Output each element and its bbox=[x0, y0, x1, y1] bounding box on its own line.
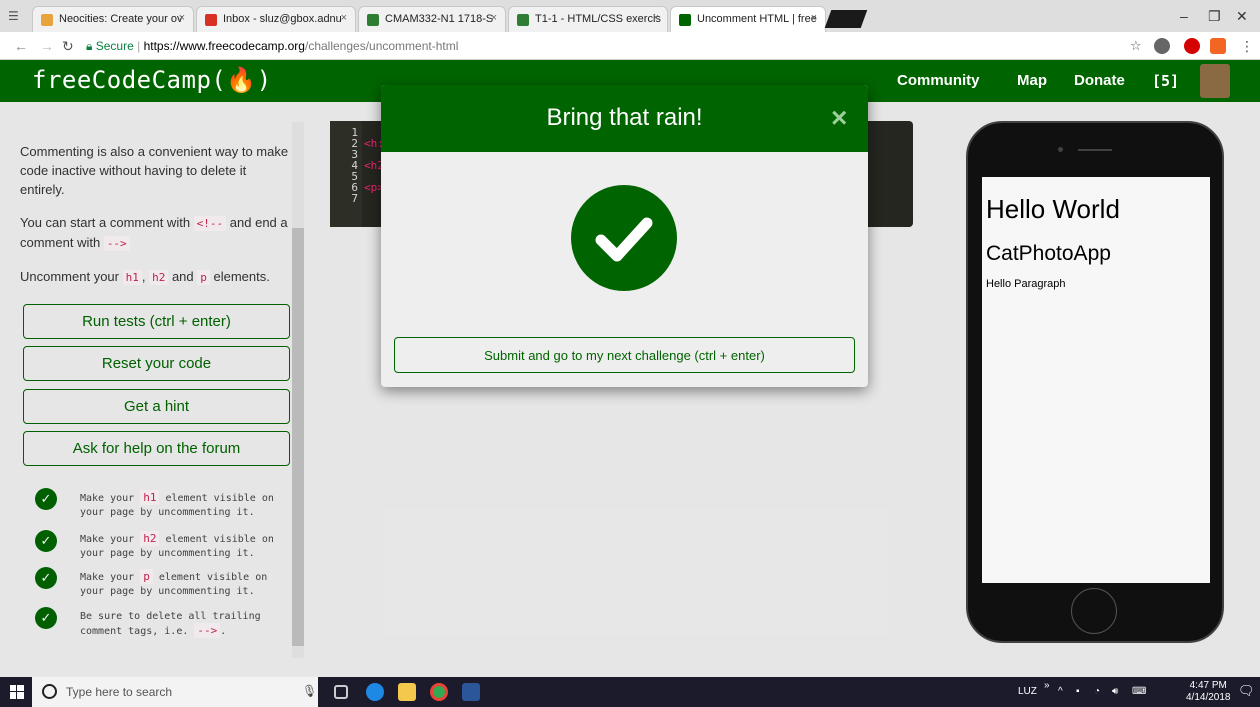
submit-next-challenge-button[interactable]: Submit and go to my next challenge (ctrl… bbox=[394, 337, 855, 373]
wifi-icon[interactable]: ◔ bbox=[1094, 686, 1100, 697]
avatar[interactable] bbox=[1200, 64, 1230, 98]
browser-tab-t1[interactable]: T1-1 - HTML/CSS exercis × bbox=[508, 6, 668, 32]
browser-tab-uncomment[interactable]: Uncomment HTML | free × bbox=[670, 6, 826, 32]
minimize-icon[interactable]: – bbox=[1180, 8, 1188, 24]
lock-icon: 🔒︎ bbox=[86, 39, 93, 53]
reload-icon[interactable]: ↻ bbox=[62, 38, 74, 55]
tab-label: Neocities: Create your ov bbox=[59, 13, 183, 25]
extension-icon[interactable] bbox=[1154, 38, 1170, 54]
extension-icon[interactable] bbox=[1210, 38, 1226, 54]
tab-label: Uncomment HTML | free bbox=[697, 13, 817, 25]
tab-label: Inbox - sluz@gbox.adnu bbox=[223, 13, 342, 25]
nav-link-community[interactable]: Community bbox=[897, 72, 980, 89]
forward-icon[interactable]: → bbox=[40, 38, 54, 54]
taskbar-search-box[interactable]: Type here to search bbox=[32, 677, 318, 707]
nav-link-map[interactable]: Map bbox=[1017, 72, 1047, 89]
notifications-icon[interactable]: 🗨︎ bbox=[1238, 683, 1255, 699]
tab-label: CMAM332-N1 1718-S bbox=[385, 13, 494, 25]
neocities-favicon-icon bbox=[41, 14, 53, 26]
close-tab-icon[interactable]: × bbox=[491, 12, 497, 24]
classroom-favicon-icon bbox=[367, 14, 379, 26]
modal-header: Bring that rain! × bbox=[381, 85, 868, 152]
success-check-icon bbox=[571, 185, 677, 291]
tab-label: T1-1 - HTML/CSS exercis bbox=[535, 13, 661, 25]
classroom-favicon-icon bbox=[517, 14, 529, 26]
chrome-icon[interactable] bbox=[430, 683, 448, 701]
close-window-icon[interactable]: ✕ bbox=[1236, 8, 1248, 25]
task-view-icon[interactable] bbox=[334, 685, 348, 699]
browser-more-icon[interactable]: ⋮ bbox=[1240, 38, 1254, 55]
fcc-logo[interactable]: freeCodeCamp(🔥) bbox=[32, 66, 272, 94]
address-bar: ← → ↻ 🔒︎ Secure | https://www.freecodeca… bbox=[0, 32, 1260, 60]
keyboard-icon[interactable]: ⌨ bbox=[1132, 686, 1146, 697]
user-label: LUZ bbox=[1018, 686, 1037, 697]
url-path: /challenges/uncomment-html bbox=[304, 39, 459, 53]
edge-icon[interactable] bbox=[366, 683, 384, 701]
volume-icon[interactable]: 🔊︎ bbox=[1112, 686, 1118, 697]
points-badge[interactable]: [5] bbox=[1152, 72, 1179, 90]
close-tab-icon[interactable]: × bbox=[341, 12, 347, 24]
word-icon[interactable] bbox=[462, 683, 480, 701]
search-placeholder: Type here to search bbox=[66, 685, 173, 699]
url-field[interactable]: 🔒︎ Secure | https://www.freecodecamp.org… bbox=[86, 36, 1106, 56]
browser-tab-inbox[interactable]: Inbox - sluz@gbox.adnu × bbox=[196, 6, 356, 32]
fcc-favicon-icon bbox=[679, 14, 691, 26]
browser-tab-neocities[interactable]: Neocities: Create your ov × bbox=[32, 6, 194, 32]
nav-link-donate[interactable]: Donate bbox=[1074, 72, 1125, 89]
browser-menu-icon[interactable]: ☰ bbox=[8, 9, 22, 23]
new-tab-button[interactable] bbox=[824, 10, 868, 28]
success-modal: Bring that rain! × Submit and go to my n… bbox=[381, 85, 868, 387]
overflow-chevron-icon[interactable]: » bbox=[1044, 680, 1050, 691]
show-hidden-icons-icon[interactable]: ^ bbox=[1058, 686, 1063, 697]
close-icon[interactable]: × bbox=[831, 102, 847, 134]
close-tab-icon[interactable]: × bbox=[179, 12, 185, 24]
opera-extension-icon[interactable] bbox=[1184, 38, 1200, 54]
taskbar-clock[interactable]: 4:47 PM 4/14/2018 bbox=[1186, 680, 1231, 704]
url-host: https://www.freecodecamp.org bbox=[143, 39, 305, 53]
mail-favicon-icon bbox=[205, 14, 217, 26]
close-tab-icon[interactable]: × bbox=[811, 12, 817, 24]
back-icon[interactable]: ← bbox=[14, 38, 28, 54]
restore-icon[interactable]: ❐ bbox=[1208, 8, 1221, 25]
modal-title: Bring that rain! bbox=[546, 104, 703, 131]
windows-taskbar: Type here to search 🎙︎ LUZ » ^ ▪ ◔ 🔊︎ ⌨ … bbox=[0, 677, 1260, 707]
cortana-icon bbox=[42, 684, 57, 699]
network-icon[interactable]: ▪ bbox=[1076, 686, 1080, 697]
microphone-icon[interactable]: 🎙︎ bbox=[302, 684, 317, 698]
bookmark-star-icon[interactable]: ☆ bbox=[1130, 38, 1142, 54]
browser-tab-strip: ☰ Neocities: Create your ov × Inbox - sl… bbox=[0, 0, 1260, 32]
windows-start-icon[interactable] bbox=[10, 685, 24, 699]
secure-label: Secure bbox=[95, 39, 134, 53]
close-tab-icon[interactable]: × bbox=[653, 12, 659, 24]
file-explorer-icon[interactable] bbox=[398, 683, 416, 701]
browser-tab-cmam[interactable]: CMAM332-N1 1718-S × bbox=[358, 6, 506, 32]
